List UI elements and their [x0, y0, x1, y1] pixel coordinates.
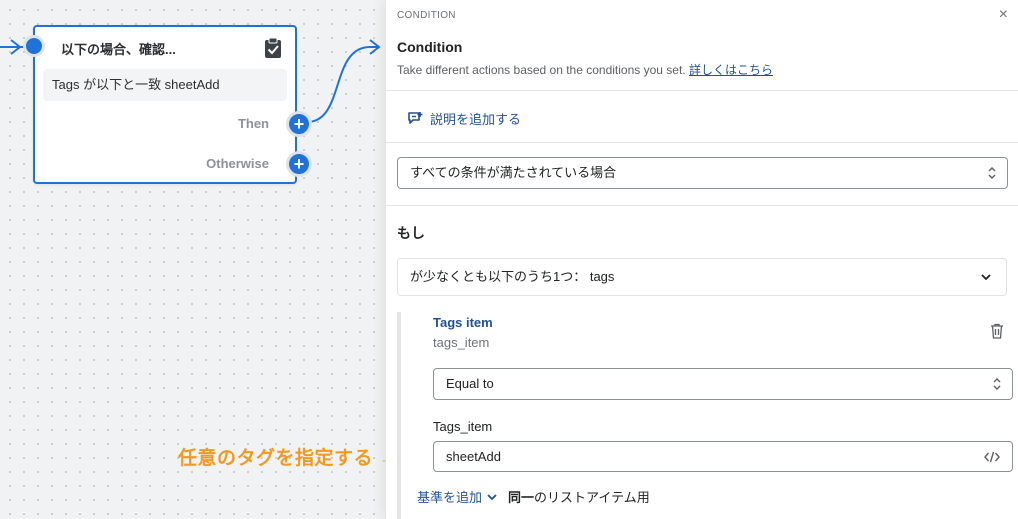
same-list-item-text: 同一のリストアイテム用	[508, 487, 650, 506]
same-suffix: のリストアイテム用	[534, 490, 650, 505]
value-field-label: Tags_item	[433, 419, 493, 434]
node-input-dot-icon[interactable]	[23, 35, 45, 57]
then-label: Then	[237, 116, 269, 131]
divider	[386, 205, 1018, 206]
chevron-down-icon	[981, 274, 991, 281]
select-arrows-icon	[988, 167, 996, 179]
chevron-down-icon	[487, 493, 497, 500]
annotation-text: 任意のタグを指定する	[178, 448, 374, 469]
panel-section-label: CONDITION	[397, 10, 456, 21]
workflow-canvas[interactable]: 以下の場合、確認... Tags が以下と一致 sheetAdd Then Ot…	[0, 0, 385, 519]
code-icon[interactable]	[984, 451, 1000, 463]
match-mode-value: すべての条件が満たされている場合	[410, 165, 617, 180]
otherwise-label: Otherwise	[206, 156, 269, 171]
add-description-label: 説明を追加する	[430, 112, 522, 127]
then-add-step-button[interactable]: +	[286, 111, 312, 137]
criteria-group-label: が少なくとも以下のうち1つ： tags	[410, 269, 615, 284]
panel-description-text: Take different actions based on the cond…	[397, 63, 686, 77]
add-criteria-button[interactable]: 基準を追加	[417, 487, 498, 506]
close-button[interactable]: ×	[999, 6, 1008, 24]
clipboard-check-icon	[265, 37, 281, 58]
plus-icon: +	[293, 154, 305, 174]
node-title: 以下の場合、確認...	[61, 42, 176, 57]
close-icon: ×	[998, 6, 1008, 23]
value-input[interactable]: sheetAdd	[433, 441, 1013, 472]
annotation-callout: 任意のタグを指定する →	[178, 443, 385, 470]
if-heading: もし	[397, 225, 425, 241]
condition-panel: CONDITION × Condition Take different act…	[385, 0, 1018, 519]
panel-title: Condition	[397, 39, 463, 55]
operator-select[interactable]: Equal to	[433, 368, 1013, 400]
divider	[386, 142, 1018, 143]
same-prefix: 同一	[508, 490, 535, 505]
otherwise-add-step-button[interactable]: +	[286, 151, 312, 177]
condition-node[interactable]: 以下の場合、確認... Tags が以下と一致 sheetAdd Then Ot…	[23, 25, 312, 184]
learn-more-link[interactable]: 詳しくはこちら	[689, 63, 773, 77]
add-description-button[interactable]: 説明を追加する	[407, 109, 521, 128]
node-condition-summary: Tags が以下と一致 sheetAdd	[43, 69, 287, 101]
panel-description: Take different actions based on the cond…	[397, 61, 773, 78]
criteria-field-subtitle: tags_item	[433, 335, 490, 350]
criteria-group-header[interactable]: が少なくとも以下のうち1つ： tags	[397, 258, 1007, 296]
operator-value: Equal to	[446, 376, 494, 391]
then-wire	[306, 46, 378, 123]
divider	[386, 90, 1018, 91]
value-input-text: sheetAdd	[446, 449, 501, 464]
select-arrows-icon	[993, 378, 1001, 390]
criteria-indent-bar	[397, 312, 401, 519]
add-criteria-label: 基準を追加	[417, 490, 483, 505]
comment-add-icon	[408, 112, 423, 124]
trash-icon[interactable]	[990, 323, 1004, 339]
criteria-field-title: Tags item	[433, 315, 493, 330]
plus-icon: +	[293, 114, 305, 134]
match-mode-select[interactable]: すべての条件が満たされている場合	[397, 157, 1008, 189]
